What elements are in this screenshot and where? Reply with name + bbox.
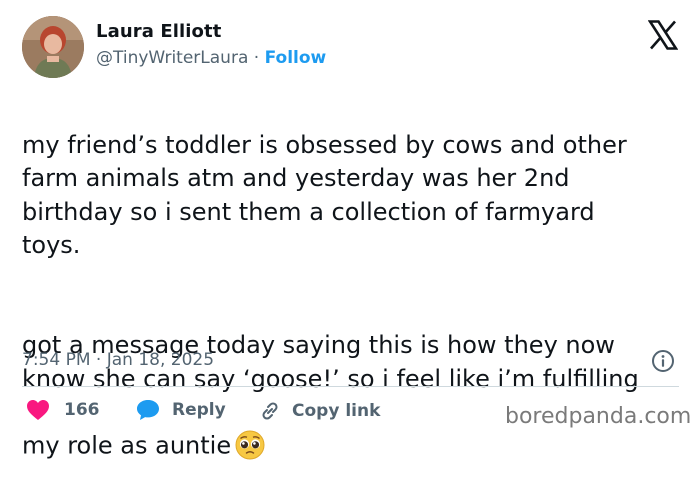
author-name[interactable]: Laura Elliott [96,21,221,42]
post-text: my friend’s toddler is obsessed by cows … [22,95,682,497]
heart-icon [26,399,50,421]
like-button[interactable]: 166 [26,399,100,421]
reply-label: Reply [172,400,226,420]
post-timestamp[interactable]: 7:54 PM · Jan 18, 2025 [22,350,214,370]
separator: · [253,48,260,68]
info-icon[interactable] [651,349,675,373]
reply-bubble-icon [136,399,160,421]
like-count: 166 [64,400,100,420]
divider [22,386,679,387]
copy-link-button[interactable]: Copy link [258,399,380,423]
post-paragraph-1: my friend’s toddler is obsessed by cows … [22,130,627,260]
x-logo-icon[interactable] [647,20,679,50]
reply-button[interactable]: Reply [136,399,226,421]
copy-link-label: Copy link [292,401,381,421]
author-handle-row: @TinyWriterLaura · Follow [96,48,326,68]
author-handle[interactable]: @TinyWriterLaura [96,48,248,68]
watermark: boredpanda.com [505,404,692,429]
follow-button[interactable]: Follow [265,48,327,68]
tweet-card: Laura Elliott @TinyWriterLaura · Follow … [0,0,700,460]
avatar[interactable] [22,16,84,78]
link-icon [258,399,282,423]
